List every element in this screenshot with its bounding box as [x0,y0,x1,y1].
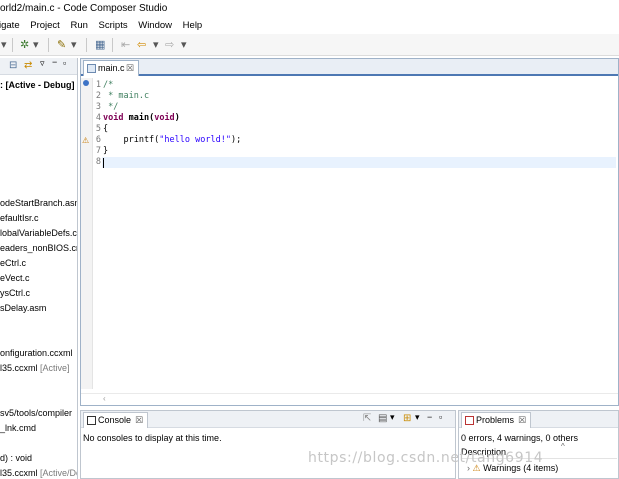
scroll-left-icon[interactable]: ‹ [103,394,106,403]
tree-item[interactable]: l35.ccxml [Active/De [0,467,78,479]
menu-scripts[interactable]: Scripts [99,17,128,34]
display-console-icon[interactable]: ▤ [378,413,387,424]
menu-window[interactable]: Window [138,17,172,34]
menu-bar: igate Project Run Scripts Window Help [0,17,619,34]
collapse-all-icon[interactable]: ⊟ [9,60,17,71]
maximize-icon[interactable]: ▫ [439,412,442,422]
tab-problems[interactable]: Problems ☒ [461,412,532,428]
warnings-label: Warnings (4 items) [483,463,559,473]
horizontal-scrollbar[interactable]: ‹ [81,393,618,405]
main-toolbar: ▾ ✲ ▾ ✎ ▾ ▦ ⇤ ⇦ ▾ ⇨ ▾ [0,34,619,56]
problems-panel: Problems ☒ 0 errors, 4 warnings, 0 other… [458,410,619,479]
code-line[interactable]: 8 [93,157,103,168]
tab-label: Problems [476,415,515,425]
display-dropdown-icon[interactable]: ▾ [390,412,395,423]
dropdown-arrow-icon[interactable]: ▾ [1,38,7,52]
console-header: Console ☒ ⇱ ▤ ▾ ⊞ ▾ − ▫ [81,411,455,428]
close-icon[interactable]: ☒ [518,413,526,428]
minimize-icon[interactable]: − [427,412,432,422]
code-line[interactable]: 1/* [93,80,113,91]
flash-tool-icon[interactable]: ✎ [57,38,66,52]
tree-item[interactable]: l35.ccxml [Active] [0,362,70,374]
expand-chevron-icon[interactable]: › [467,463,470,473]
pin-console-icon[interactable]: ⇱ [363,413,371,424]
c-file-icon [87,64,96,73]
column-header-description[interactable]: Description ^ [461,442,617,459]
tab-main-c[interactable]: main.c ☒ [83,60,139,76]
tree-item[interactable]: onfiguration.ccxml [0,347,73,359]
menu-navigate[interactable]: igate [0,17,20,34]
code-line[interactable]: 7} [93,146,108,157]
tree-item[interactable]: eCtrl.c [0,257,26,269]
tree-item[interactable]: eVect.c [0,272,30,284]
tree-item[interactable]: d) : void [0,452,32,464]
warning-icon: ⚠ [472,463,481,473]
tab-console[interactable]: Console ☒ [83,412,149,428]
code-line[interactable]: 4 void main(void) [93,113,180,124]
tab-label: main.c [98,63,125,73]
explorer-header: ⊟ ⇄ ▿ − ▫ [0,58,77,75]
editor-tab-bar: main.c ☒ [81,59,618,76]
tree-item[interactable]: sv5/tools/compiler [0,407,72,419]
view-menu-icon[interactable]: ▿ [40,58,45,69]
tree-item[interactable]: odeStartBranch.asm [0,197,77,209]
console-icon [87,416,96,425]
tree-item-label: l35.ccxml [0,363,38,373]
code-editor: main.c ☒ ⚠ 1/* 2 * main.c 3 */ 4 void mai… [80,58,619,406]
tree-item[interactable]: sDelay.asm [0,302,46,314]
maximize-icon[interactable]: ▫ [63,58,66,68]
warning-marker-icon: ⚠ [82,136,90,145]
close-icon[interactable]: ☒ [135,413,143,428]
tree-item[interactable]: lobalVariableDefs.c [0,227,77,239]
problems-header: Problems ☒ [459,411,618,428]
project-explorer: ⊟ ⇄ ▿ − ▫ : [Active - Debug] odeStartBra… [0,58,78,479]
text-caret [103,158,104,168]
problems-icon [465,416,474,425]
back-arrow-icon[interactable]: ⇦ [137,38,146,52]
console-panel: Console ☒ ⇱ ▤ ▾ ⊞ ▾ − ▫ No consoles to d… [80,410,456,479]
menu-help[interactable]: Help [183,17,203,34]
code-line[interactable]: 6 printf("hello world!"); [93,135,241,146]
tree-item[interactable]: _lnk.cmd [0,422,36,434]
tree-item[interactable]: ysCtrl.c [0,287,30,299]
close-icon[interactable]: ☒ [126,61,134,76]
code-line[interactable]: 2 * main.c [93,91,149,102]
back-dropdown-icon[interactable]: ▾ [153,38,159,52]
sort-indicator-icon: ^ [561,442,565,451]
console-empty-message: No consoles to display at this time. [83,433,222,443]
forward-dropdown-icon[interactable]: ▾ [181,38,187,52]
tree-item[interactable]: eaders_nonBIOS.cm [0,242,77,254]
current-line-highlight [102,157,616,168]
info-marker-icon [83,80,89,86]
menu-run[interactable]: Run [70,17,87,34]
warnings-tree-row[interactable]: › ⚠ Warnings (4 items) [467,463,558,474]
forward-arrow-icon[interactable]: ⇨ [165,38,174,52]
tree-item-label: l35.ccxml [0,468,38,478]
project-root-label[interactable]: : [Active - Debug] [0,79,75,91]
window-title: orld2/main.c - Code Composer Studio [0,0,619,17]
code-line[interactable]: 5{ [93,124,108,135]
active-config-tag: [Active] [40,363,70,373]
menu-project[interactable]: Project [30,17,60,34]
tab-label: Console [98,415,132,425]
link-editor-icon[interactable]: ⇄ [24,60,32,71]
minimize-icon[interactable]: − [52,58,57,67]
open-console-icon[interactable]: ⊞ [403,413,411,424]
tree-item[interactable]: efaultIsr.c [0,212,39,224]
debug-dropdown-icon[interactable]: ▾ [33,38,39,52]
last-edit-icon[interactable]: ⇤ [121,38,130,52]
open-dropdown-icon[interactable]: ▾ [415,412,420,423]
flash-dropdown-icon[interactable]: ▾ [71,38,77,52]
code-line[interactable]: 3 */ [93,102,118,113]
annotation-ruler: ⚠ [81,78,93,389]
active-config-tag: [Active/De [40,468,78,478]
debug-bug-icon[interactable]: ✲ [20,38,29,52]
terminal-icon[interactable]: ▦ [95,38,105,52]
